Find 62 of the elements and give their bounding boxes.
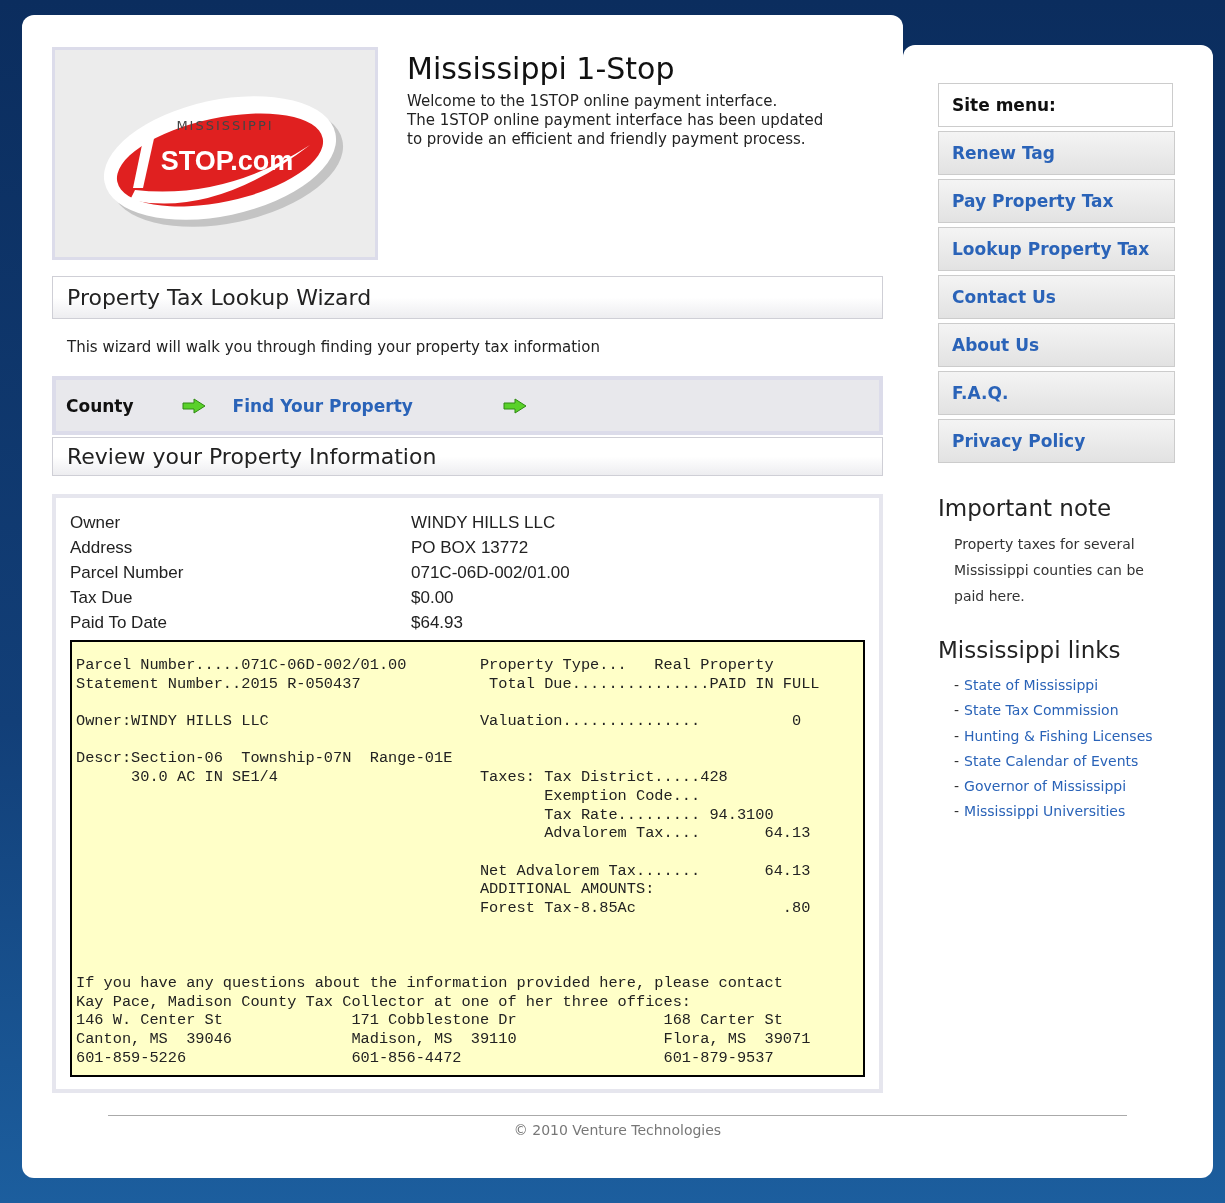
wizard-description: This wizard will walk you through finding your property tax information [67, 338, 601, 356]
bullet: - [954, 751, 960, 771]
statement-line: If you have any questions about the information provided here, please contact [76, 973, 784, 993]
link[interactable]: State Tax Commission [964, 698, 1119, 724]
bullet: - [954, 726, 960, 746]
note-title: Important note [938, 495, 1113, 521]
statement-line: Descr:Section-06 Township-07N Range-01E [76, 749, 454, 769]
statement-line: ADDITIONAL AMOUNTS: [478, 880, 656, 900]
statement-line: Kay Pace, Madison County Tax Collector at one of her three offices: [76, 992, 693, 1012]
arrow-icon [502, 397, 527, 414]
bullet: - [954, 777, 960, 797]
step-link[interactable]: Find Your Property [232, 395, 413, 416]
step-label: County [66, 395, 134, 416]
bullet: - [954, 701, 960, 721]
menu-title: Site menu: [938, 83, 1173, 127]
section-title: Review your Property Information [52, 437, 883, 476]
wizard-title: Property Tax Lookup Wizard [52, 276, 883, 319]
logo-text: MISSISSIPPI [176, 118, 274, 133]
field-label: Tax Due [70, 587, 134, 609]
field-label: Parcel Number [70, 562, 185, 584]
statement-line: Forest Tax-8.85Ac .80 [478, 899, 812, 918]
statement-line: Tax Rate......... 94.3100 [543, 805, 775, 825]
links-title: Mississippi links [938, 637, 1122, 663]
arrow-icon [181, 397, 206, 414]
menu-item[interactable]: Lookup Property Tax [938, 227, 1175, 271]
statement-line: Exemption Code... [543, 786, 702, 806]
bullet: - [954, 676, 960, 695]
site-title: Mississippi 1-Stop [407, 51, 676, 86]
menu-item[interactable]: Pay Property Tax [938, 179, 1175, 223]
welcome-text: Welcome to the 1STOP online payment interface. [407, 92, 779, 111]
menu-item[interactable]: Privacy Policy [938, 419, 1175, 463]
bullet: - [954, 802, 960, 822]
welcome-text: The 1STOP online payment interface has been updated [407, 111, 824, 130]
menu-item[interactable]: F.A.Q. [938, 371, 1175, 415]
field-label: Address [70, 537, 134, 559]
statement-line: Canton, MS 39046 Madison, MS 39110 Flora, MS 39071 [76, 1029, 812, 1049]
link[interactable]: Governor of Mississippi [964, 774, 1127, 800]
field-value: WINDY HILLS LLC [411, 512, 557, 534]
link[interactable]: State of Mississippi [964, 673, 1099, 699]
menu-item[interactable]: Contact Us [938, 275, 1175, 319]
statement-line: Net Advalorem Tax....... 64.13 [478, 861, 812, 881]
statement-line: 30.0 AC IN SE1/4 Taxes: Tax District.....428 [130, 768, 729, 787]
statement-line: Parcel Number.....071C-06D-002/01.00 Property Type... Real Property [76, 656, 775, 675]
field-label: Owner [70, 512, 122, 534]
menu-item[interactable]: Renew Tag [938, 131, 1175, 175]
link[interactable]: State Calendar of Events [964, 748, 1139, 775]
statement-line: Owner:WINDY HILLS LLC Valuation............... 0 [76, 712, 803, 731]
statement-line: Advalorem Tax.... 64.13 [543, 824, 812, 843]
link[interactable]: Mississippi Universities [964, 799, 1126, 825]
copyright-text: © 2010 Venture Technologies [513, 1122, 722, 1139]
link[interactable]: Hunting & Fishing Licenses [964, 723, 1153, 749]
statement-line: Statement Number..2015 R-050437 Total Due...............PAID IN FULL [76, 674, 821, 694]
field-value: $0.00 [411, 587, 455, 609]
field-value: $64.93 [411, 612, 464, 634]
statement-line: 146 W. Center St 171 Cobblestone Dr 168 Carter St [76, 1011, 784, 1030]
field-label: Paid To Date [70, 612, 169, 634]
welcome-text: to provide an efficient and friendly payment process. [407, 130, 807, 149]
note-text: Property taxes for several Mississippi counties can be paid here. [954, 535, 1145, 606]
field-value: 071C-06D-002/01.00 [411, 562, 571, 584]
menu-item[interactable]: About Us [938, 323, 1175, 367]
statement-line: 601-859-5226 601-856-4472 601-879-9537 [76, 1048, 775, 1068]
field-value: PO BOX 13772 [411, 537, 530, 559]
